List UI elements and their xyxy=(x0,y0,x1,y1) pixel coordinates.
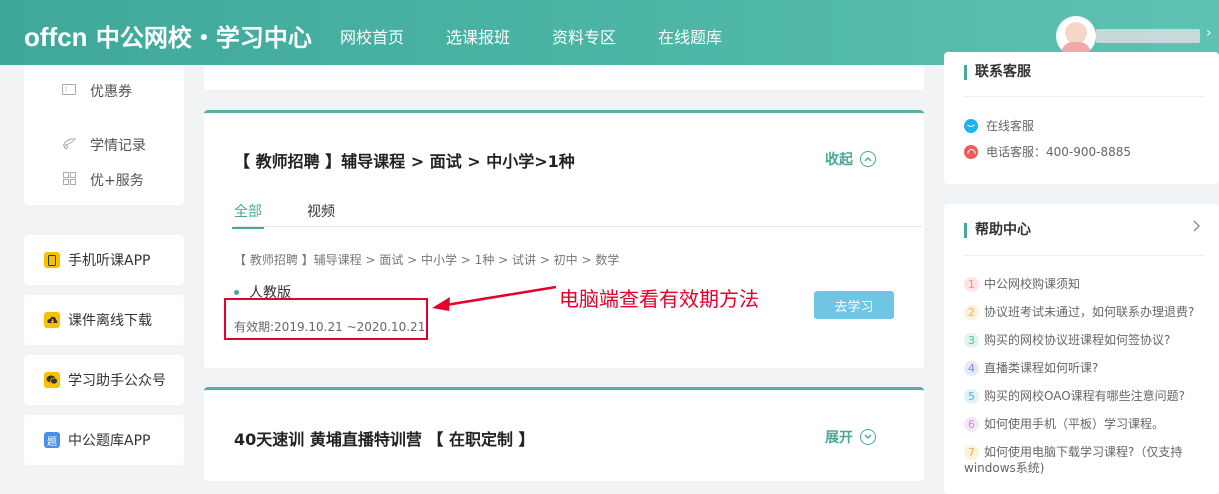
help-item-number: 3 xyxy=(964,333,979,348)
help-item-number: 4 xyxy=(964,361,979,376)
nav-course-select[interactable]: 选课报班 xyxy=(446,24,510,48)
annotation-text: 电脑端查看有效期方法 xyxy=(559,287,759,311)
wechat-account-button[interactable]: 学习助手公众号 xyxy=(24,355,184,405)
site-logo[interactable]: offcn 中公网校・学习中心 xyxy=(24,18,312,53)
help-item-text: 如何使用手机（平板）学习课程。 xyxy=(984,417,1165,431)
chevron-right-icon[interactable] xyxy=(1193,220,1201,236)
user-avatar[interactable] xyxy=(1056,16,1096,56)
logo-cn-text: 中公网校・学习中心 xyxy=(95,24,312,52)
chevron-down-icon xyxy=(860,429,876,445)
bullet-dot xyxy=(234,289,239,295)
username-blurred[interactable] xyxy=(1096,29,1200,43)
phone-service-label: 电话客服：400-900-8885 xyxy=(986,145,1132,159)
main-nav: 网校首页 选课报班 资料专区 在线题库 xyxy=(340,24,722,48)
contact-card: 联系客服 在线客服 电话客服：400-900-8885 xyxy=(944,52,1219,184)
help-item-number: 7 xyxy=(964,445,979,460)
sidebar-item-label: 优+服务 xyxy=(90,173,144,189)
sidebar-item-label: 学情记录 xyxy=(90,138,146,154)
course-tabs: 全部 视频 xyxy=(232,201,922,229)
help-item-text: 购买的网校OAO课程有哪些注意问题? xyxy=(984,389,1186,403)
help-item[interactable]: 1 中公网校购课须知 xyxy=(964,276,1204,292)
toggle-label: 收起 xyxy=(825,152,853,168)
app-button-label: 学习助手公众号 xyxy=(68,373,166,389)
tab-video[interactable]: 视频 xyxy=(307,201,335,221)
help-item-text: 直播类课程如何听课? xyxy=(984,361,1099,375)
annotation-arrow-icon xyxy=(432,285,557,311)
headset-icon xyxy=(964,144,978,159)
help-item[interactable]: 3 购买的网校协议班课程如何签协议? xyxy=(964,332,1204,348)
question-bank-icon: 题 xyxy=(44,432,60,448)
chevron-up-icon xyxy=(860,151,876,167)
phone-icon xyxy=(44,252,60,268)
phone-service: 电话客服：400-900-8885 xyxy=(964,143,1131,160)
help-item-number: 1 xyxy=(964,277,979,292)
nav-question-bank[interactable]: 在线题库 xyxy=(658,24,722,48)
question-bank-app-button[interactable]: 题 中公题库APP xyxy=(24,415,184,465)
record-icon xyxy=(60,137,78,153)
avatar-face xyxy=(1065,22,1087,44)
sidebar-menu: 优惠券 学情记录 优+服务 xyxy=(24,65,184,205)
course-title: 【 教师招聘 】辅导课程 > 面试 > 中小学>1种 xyxy=(234,152,575,171)
help-item[interactable]: 7 如何使用电脑下载学习课程?（仅支持windows系统) xyxy=(964,444,1204,476)
app-button-label: 课件离线下载 xyxy=(68,313,152,329)
mobile-app-button[interactable]: 手机听课APP xyxy=(24,235,184,285)
help-item-number: 2 xyxy=(964,305,979,320)
app-button-label: 手机听课APP xyxy=(68,253,151,269)
help-item-text: 如何使用电脑下载学习课程?（仅支持windows系统) xyxy=(964,445,1183,475)
app-button-label: 中公题库APP xyxy=(68,433,151,449)
chevron-right-icon[interactable]: › xyxy=(1206,25,1212,41)
expand-toggle[interactable]: 展开 xyxy=(825,427,876,447)
help-item-number: 6 xyxy=(964,417,979,432)
help-item-text: 中公网校购课须知 xyxy=(984,277,1081,291)
course-card-teacher-recruit: 【 教师招聘 】辅导课程 > 面试 > 中小学>1种 收起 全部 视频 【 教师… xyxy=(204,110,924,368)
sidebar-item-coupon[interactable]: 优惠券 xyxy=(60,81,132,101)
toggle-label: 展开 xyxy=(825,430,853,446)
collapse-toggle[interactable]: 收起 xyxy=(825,149,876,169)
help-item-text: 协议班考试未通过，如何联系办理退费? xyxy=(984,305,1195,319)
help-title: 帮助中心 xyxy=(964,223,1031,238)
logo-en-text: offcn xyxy=(24,22,88,52)
course-breadcrumb: 【 教师招聘 】辅导课程 > 面试 > 中小学 > 1种 > 试讲 > 初中 >… xyxy=(234,253,620,267)
help-item[interactable]: 4 直播类课程如何听课? xyxy=(964,360,1204,376)
help-item[interactable]: 5 购买的网校OAO课程有哪些注意问题? xyxy=(964,388,1204,404)
nav-materials[interactable]: 资料专区 xyxy=(552,24,616,48)
online-service-label: 在线客服 xyxy=(986,119,1035,133)
go-study-button[interactable]: 去学习 xyxy=(814,291,894,319)
offline-download-button[interactable]: 课件离线下载 xyxy=(24,295,184,345)
contact-title: 联系客服 xyxy=(964,65,1031,80)
sidebar-item-study-record[interactable]: 学情记录 xyxy=(60,135,146,155)
divider xyxy=(964,255,1204,256)
wechat-icon xyxy=(44,372,60,388)
sidebar-item-plus-service[interactable]: 优+服务 xyxy=(60,170,144,190)
help-center-card: 帮助中心 1 中公网校购课须知 2 协议班考试未通过，如何联系办理退费? 3 购买的网… xyxy=(944,204,1219,494)
sidebar-item-label: 优惠券 xyxy=(90,84,132,100)
grid-icon xyxy=(60,171,78,189)
nav-home[interactable]: 网校首页 xyxy=(340,24,404,48)
help-item[interactable]: 2 协议班考试未通过，如何联系办理退费? xyxy=(964,304,1204,320)
chat-icon xyxy=(964,118,978,133)
previous-course-card xyxy=(204,65,924,90)
course-card-huangpu-camp: 40天速训 黄埔直播特训营 【 在职定制 】 展开 xyxy=(204,387,924,481)
annotation-highlight-box xyxy=(224,298,428,340)
divider xyxy=(964,96,1204,97)
online-service-link[interactable]: 在线客服 xyxy=(964,117,1034,134)
download-icon xyxy=(44,312,60,328)
help-item-number: 5 xyxy=(964,389,979,404)
ticket-icon xyxy=(60,83,78,99)
help-item-text: 购买的网校协议班课程如何签协议? xyxy=(984,333,1171,347)
course-title: 40天速训 黄埔直播特训营 【 在职定制 】 xyxy=(234,430,535,449)
help-item[interactable]: 6 如何使用手机（平板）学习课程。 xyxy=(964,416,1204,432)
tab-all[interactable]: 全部 xyxy=(232,201,264,229)
